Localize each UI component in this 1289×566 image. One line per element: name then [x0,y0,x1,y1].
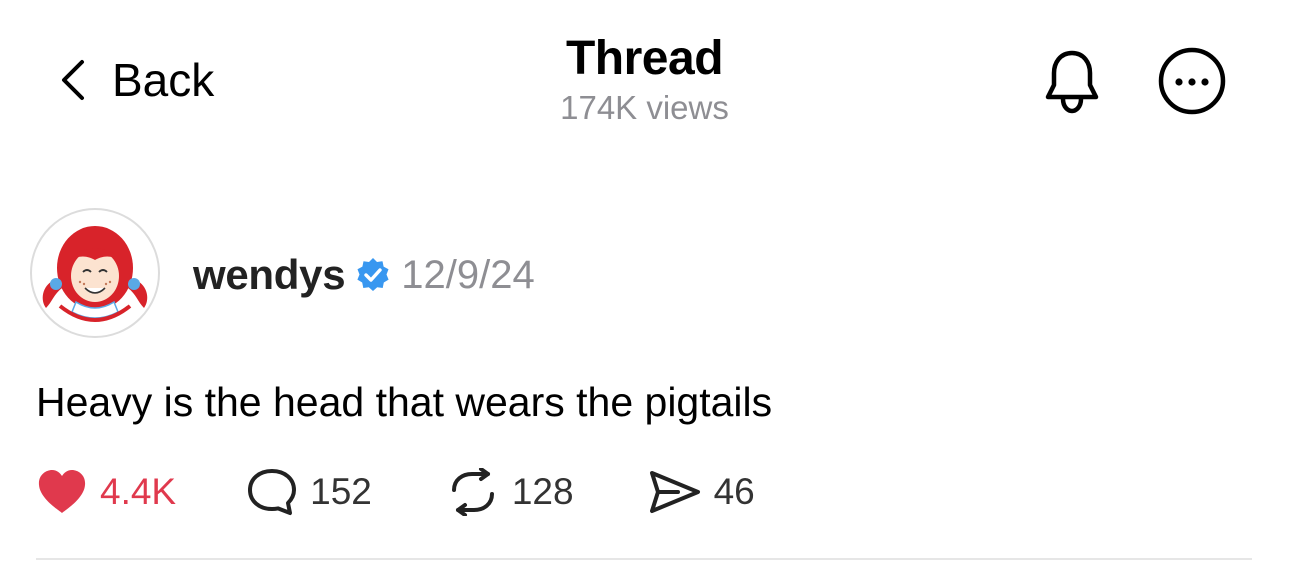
reply-count: 152 [310,471,372,512]
like-button[interactable]: 4.4K [36,469,176,515]
more-circle-icon [1158,47,1226,115]
back-label: Back [112,54,215,106]
post-text: Heavy is the head that wears the pigtail… [36,379,773,425]
chevron-left-icon [58,58,88,102]
repost-count: 128 [511,471,574,512]
share-button[interactable]: 46 [648,469,755,515]
wendys-logo [42,226,148,322]
repost-button[interactable]: 128 [446,468,574,516]
comment-bubble-icon [246,467,298,517]
repost-icon [446,468,500,516]
notifications-button[interactable] [1042,47,1102,115]
verified-badge-icon [355,257,391,293]
divider [36,558,1252,560]
post-date: 12/9/24 [401,252,535,297]
username[interactable]: wendys [193,251,346,299]
post-author-row: wendys 12/9/24 [193,248,535,302]
post-actions: 4.4K 152 128 46 [36,464,755,520]
avatar[interactable] [30,208,160,338]
share-count: 46 [713,471,755,512]
more-options-button[interactable] [1157,46,1227,116]
heart-icon [36,469,88,515]
back-button[interactable]: Back [58,50,214,110]
like-count: 4.4K [100,471,177,512]
reply-button[interactable]: 152 [246,467,372,517]
send-icon [648,469,702,515]
bell-icon [1045,50,1099,114]
